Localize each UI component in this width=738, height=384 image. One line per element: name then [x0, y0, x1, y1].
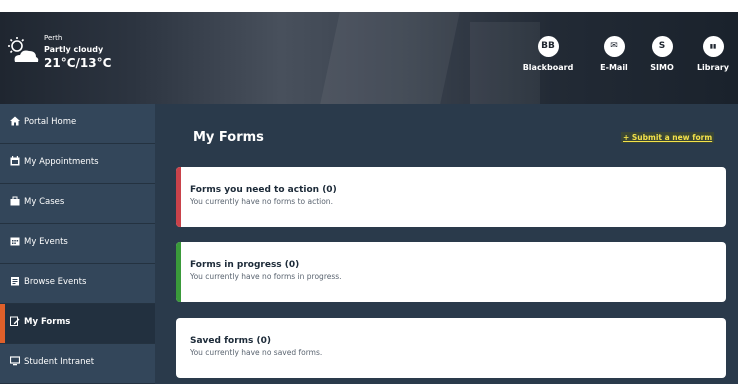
sidebar-item-label: My Forms [24, 317, 71, 327]
card-title: Forms you need to action (0) [190, 185, 337, 195]
quick-link-simo[interactable]: S SIMO [632, 36, 692, 72]
main-content: My Forms + Submit a new form Forms you n… [155, 104, 738, 378]
sidebar-item-browse-events[interactable]: Browse Events [0, 264, 155, 304]
card-title: Forms in progress (0) [190, 260, 300, 270]
sidebar-item-label: Student Intranet [24, 357, 95, 367]
email-icon: ✉ [603, 36, 625, 57]
card-subtitle: You currently have no forms in progress. [190, 272, 342, 281]
sidebar-item-my-forms[interactable]: My Forms [0, 304, 155, 344]
sidebar-item-label: My Appointments [24, 157, 99, 167]
library-book-icon: ▮▮ [702, 36, 724, 57]
sidebar-item-my-cases[interactable]: My Cases [0, 184, 155, 224]
sidebar-item-label: Portal Home [24, 117, 77, 127]
sidebar-item-my-events[interactable]: My Events [0, 224, 155, 264]
home-icon [10, 116, 20, 126]
sidebar-item-my-appointments[interactable]: My Appointments [0, 144, 155, 184]
forms-in-progress-card[interactable]: Forms in progress (0) You currently have… [176, 242, 726, 302]
card-status-bar [176, 167, 181, 227]
blackboard-icon: BB [537, 36, 559, 57]
quick-link-label: Blackboard [522, 63, 574, 72]
sidebar-item-label: My Cases [24, 197, 65, 207]
events-calendar-icon [10, 237, 20, 246]
monitor-icon [10, 356, 20, 366]
active-indicator [0, 304, 5, 343]
saved-forms-card[interactable]: Saved forms (0) You currently have no sa… [176, 318, 726, 378]
window-top-edge [0, 0, 738, 12]
quick-link-blackboard[interactable]: BB Blackboard [518, 36, 578, 72]
card-subtitle: You currently have no saved forms. [190, 348, 323, 357]
portal-header: Perth Partly cloudy 21°C/13°C BB Blackbo… [0, 12, 738, 104]
quick-link-library[interactable]: ▮▮ Library [688, 36, 738, 72]
sidebar-item-portal-home[interactable]: Portal Home [0, 104, 155, 144]
page-title: My Forms [193, 130, 264, 145]
sidebar-item-label: Browse Events [24, 277, 87, 287]
browse-events-icon [11, 277, 19, 286]
partly-cloudy-icon [8, 37, 39, 62]
briefcase-icon [10, 196, 20, 206]
submit-new-form-link[interactable]: + Submit a new form [621, 132, 715, 143]
weather-city: Perth [44, 34, 63, 42]
weather-condition: Partly cloudy [44, 45, 104, 54]
card-title: Saved forms (0) [190, 336, 271, 346]
form-edit-icon [10, 316, 20, 326]
forms-to-action-card[interactable]: Forms you need to action (0) You current… [176, 167, 726, 227]
sidebar-item-label: My Events [24, 237, 68, 247]
simo-icon: S [651, 36, 673, 57]
card-status-bar [176, 242, 181, 302]
sidebar-nav: Portal Home My Appointments My Cases My … [0, 104, 155, 384]
sidebar-item-student-intranet[interactable]: Student Intranet [0, 344, 155, 384]
weather-widget: Perth Partly cloudy 21°C/13°C [6, 34, 126, 94]
quick-link-label: Library [696, 63, 730, 72]
header-photo-detail [320, 12, 460, 104]
quick-link-label: SIMO [650, 63, 674, 72]
weather-temperature: 21°C/13°C [44, 56, 112, 70]
calendar-icon [10, 156, 20, 166]
card-subtitle: You currently have no forms to action. [190, 197, 333, 206]
